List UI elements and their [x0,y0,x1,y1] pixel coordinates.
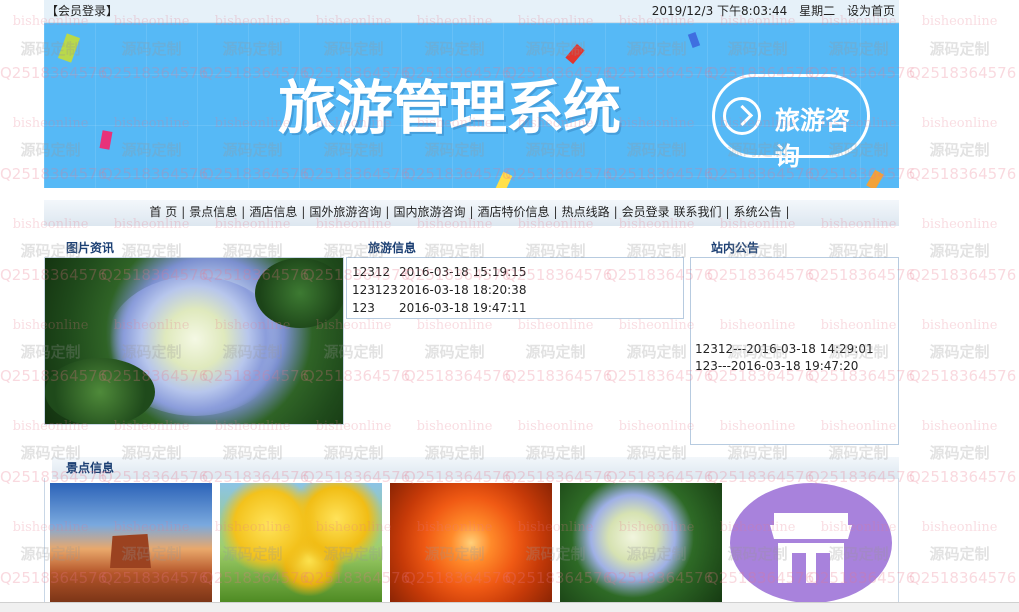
set-homepage-link[interactable]: 设为首页 [847,4,895,18]
nav-hot-routes[interactable]: 热点线路 [562,205,610,219]
datetime-text: 2019/12/3 下午8:03:44 [651,4,788,18]
site-notice-list: 12312---2016-03-18 14:29:01 123---2016-0… [690,257,899,445]
main-nav: 首 页 | 景点信息 | 酒店信息 | 国外旅游咨询 | 国内旅游咨询 | 酒店特价信息 | 热点线路 |… [44,200,899,226]
nav-system-notice[interactable]: 系统公告 [734,205,782,219]
nav-member-login-contact[interactable]: 会员登录 联系我们 [622,205,722,219]
travel-info-title: 123 [352,301,375,315]
scenic-thumb-hydrangea[interactable] [560,483,722,603]
nav-foreign-travel[interactable]: 国外旅游咨询 [309,205,381,219]
store-icon-glyph [770,513,852,583]
travel-info-date: 2016-03-18 15:19:15 [399,265,527,279]
banner-title: 旅游管理系统 [278,74,621,142]
scenic-thumb-chrysanthemum[interactable] [390,483,552,603]
store-icon[interactable] [730,483,892,603]
header-banner: 旅游管理系统 旅游咨询 [44,23,899,188]
chevron-right-icon [723,97,761,135]
nav-scenic-info[interactable]: 景点信息 [189,205,237,219]
top-bar-right: 2019/12/3 下午8:03:44 星期二 设为首页 [644,0,895,22]
travel-info-title: 12312 [352,265,391,279]
list-item[interactable]: 12312---2016-03-18 14:29:01 [695,342,874,356]
section-travel-info-heading: 旅游信息 [368,241,417,255]
nav-home[interactable]: 首 页 [149,205,177,219]
section-notice-heading: 站内公告 [711,241,760,255]
list-item[interactable]: 123---2016-03-18 19:47:20 [695,359,858,373]
scenic-thumb-tulips[interactable] [220,483,382,603]
travel-consult-label: 旅游咨询 [775,106,851,171]
travel-info-title: 123123 [352,283,398,297]
section-pictures-heading: 图片资讯 [66,241,115,255]
travel-info-list: 12312 2016-03-18 15:19:15 123123 2016-03… [346,257,684,319]
member-login-link[interactable]: 【会员登录】 [46,0,118,22]
hydrangea-photo [45,258,343,424]
scenic-thumb-desert[interactable] [50,483,212,603]
top-bar: 【会员登录】 2019/12/3 下午8:03:44 星期二 设为首页 [44,0,899,23]
travel-consult-button[interactable]: 旅游咨询 [712,74,870,171]
nav-hotel-info[interactable]: 酒店信息 [249,205,297,219]
section-scenic-heading: 景点信息 [52,457,899,479]
travel-info-date: 2016-03-18 19:47:11 [399,301,527,315]
travel-info-date: 2016-03-18 18:20:38 [399,283,527,297]
nav-hotel-special[interactable]: 酒店特价信息 [478,205,550,219]
nav-domestic-travel[interactable]: 国内旅游咨询 [393,205,465,219]
picture-news-image[interactable] [44,257,344,425]
weekday-text: 星期二 [799,4,836,18]
scenic-gallery [44,478,899,611]
